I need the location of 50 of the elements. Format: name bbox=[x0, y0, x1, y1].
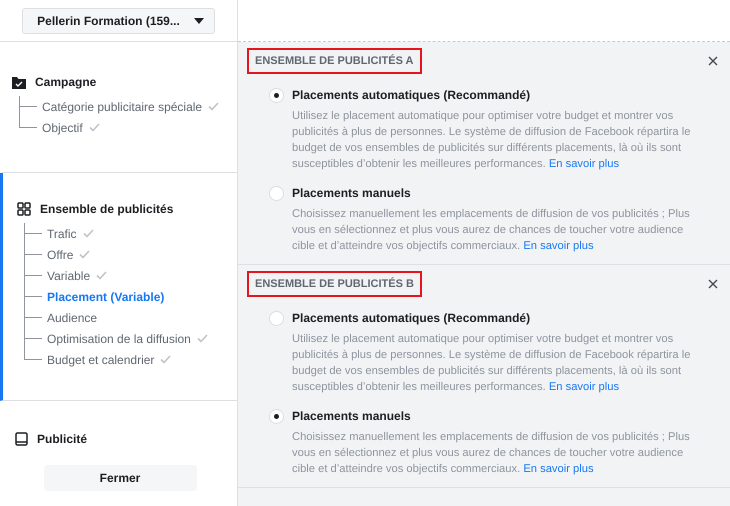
option-description: Choisissez manuellement les emplacements de diffusion de vos publicités ; Plus vous en sélectionnez et plus vous aurez de chances de toucher votre audience cible et d’atteindre vos objectifs commerciaux. En savoir plus bbox=[292, 430, 691, 477]
tree-connector bbox=[24, 286, 41, 307]
sidebar-item[interactable]: Optimisation de la diffusion bbox=[47, 332, 191, 346]
check-icon bbox=[196, 334, 208, 343]
close-icon[interactable] bbox=[708, 56, 718, 66]
check-icon bbox=[82, 229, 94, 238]
sidebar-item[interactable]: Offre bbox=[47, 248, 74, 262]
tree-connector bbox=[24, 223, 41, 244]
check-icon bbox=[96, 271, 108, 280]
learn-more-link[interactable]: En savoir plus bbox=[523, 463, 594, 475]
close-button[interactable]: Fermer bbox=[44, 465, 196, 491]
grid-icon bbox=[17, 202, 31, 216]
check-icon bbox=[160, 355, 172, 364]
section-title[interactable]: Publicité bbox=[37, 432, 88, 446]
tree-connector bbox=[24, 265, 41, 286]
check-icon bbox=[79, 250, 90, 259]
radio-button[interactable] bbox=[269, 88, 284, 103]
tree-connector bbox=[24, 307, 41, 328]
sidebar-item[interactable]: Budget et calendrier bbox=[47, 352, 154, 366]
learn-more-link[interactable]: En savoir plus bbox=[523, 240, 594, 252]
option-label[interactable]: Placements automatiques (Recommandé) bbox=[292, 311, 702, 325]
sidebar-item[interactable]: Variable bbox=[47, 268, 90, 282]
folder-check-icon bbox=[12, 76, 26, 88]
ad-set-title: ENSEMBLE DE PUBLICITÉS A bbox=[247, 48, 422, 74]
caret-icon bbox=[194, 18, 204, 24]
learn-more-link[interactable]: En savoir plus bbox=[548, 381, 620, 393]
option-label[interactable]: Placements automatiques (Recommandé) bbox=[292, 88, 702, 102]
radio-button[interactable] bbox=[269, 409, 284, 424]
section-title[interactable]: Campagne bbox=[35, 75, 96, 89]
sidebar-item[interactable]: Objectif bbox=[42, 120, 83, 134]
option-description: Utilisez le placement automatique pour optimiser votre budget et montrer vos publicités à plus de personnes. Le système de diffusion de Facebook répartira le budget de vos ensembles de publicités sur différents placements, là où ils sont susceptibles d’obtenir les meilleures performances. En savoir plus bbox=[292, 109, 692, 172]
sidebar-item[interactable]: Trafic bbox=[47, 226, 77, 240]
section-title[interactable]: Ensemble de publicités bbox=[40, 202, 174, 216]
sidebar-item[interactable]: Audience bbox=[47, 310, 98, 324]
sidebar-item[interactable]: Catégorie publicitaire spéciale bbox=[42, 100, 202, 114]
radio-button[interactable] bbox=[269, 311, 284, 326]
tree-connector bbox=[24, 244, 41, 265]
option-description: Choisissez manuellement les emplacements de diffusion de vos publicités ; Plus vous en sélectionnez et plus vous aurez de chances de toucher votre audience cible et d’atteindre vos objectifs commerciaux. En savoir plus bbox=[292, 207, 691, 254]
tablet-icon bbox=[15, 432, 28, 446]
radio-button[interactable] bbox=[269, 186, 284, 201]
learn-more-link[interactable]: En savoir plus bbox=[548, 158, 620, 170]
sidebar-item[interactable]: Placement (Variable) bbox=[47, 290, 164, 304]
option-label[interactable]: Placements manuels bbox=[292, 409, 702, 423]
account-dropdown[interactable]: Pellerin Formation (159... bbox=[22, 8, 215, 34]
close-icon[interactable] bbox=[708, 279, 718, 289]
check-icon bbox=[208, 102, 220, 111]
option-description: Utilisez le placement automatique pour optimiser votre budget et montrer vos publicités à plus de personnes. Le système de diffusion de Facebook répartira le budget de vos ensembles de publicités sur différents placements, là où ils sont susceptibles d’obtenir les meilleures performances. En savoir plus bbox=[292, 332, 692, 395]
check-icon bbox=[88, 123, 100, 132]
option-label[interactable]: Placements manuels bbox=[292, 186, 702, 200]
ad-set-title: ENSEMBLE DE PUBLICITÉS B bbox=[247, 271, 422, 297]
